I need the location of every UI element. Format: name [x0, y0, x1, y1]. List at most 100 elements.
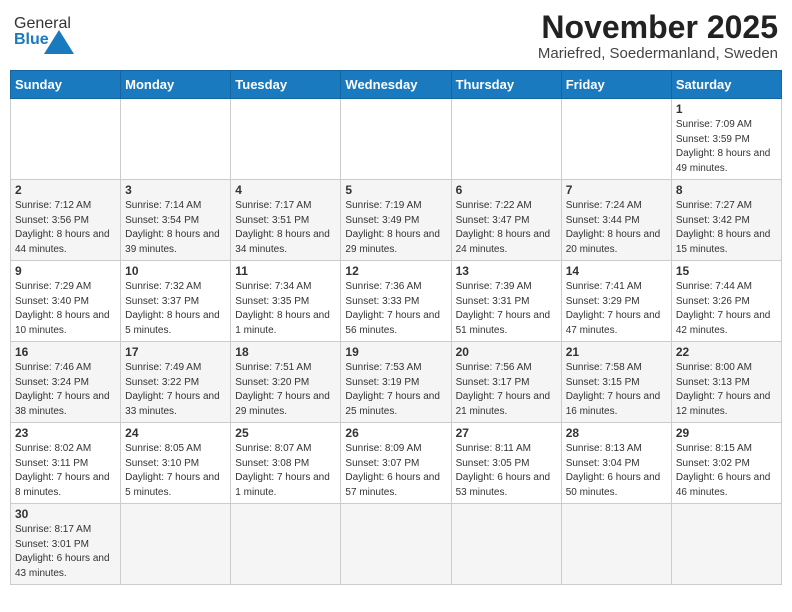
calendar-day-cell	[11, 99, 121, 180]
day-number: 1	[676, 102, 777, 116]
day-number: 18	[235, 345, 336, 359]
calendar-week-row: 23Sunrise: 8:02 AM Sunset: 3:11 PM Dayli…	[11, 423, 782, 504]
day-of-week-header: Thursday	[451, 71, 561, 99]
calendar-day-cell: 7 Sunrise: 7:24 AM Sunset: 3:44 PM Daylig…	[561, 180, 671, 261]
day-info: Sunrise: 8:17 AM Sunset: 3:01 PM Dayligh…	[15, 523, 116, 581]
calendar-day-cell: 28 Sunrise: 8:13 AM Sunset: 3:04 PM Dayli…	[561, 423, 671, 504]
day-info: Sunrise: 7:14 AM Sunset: 3:54 PM Dayligh…	[125, 199, 226, 257]
calendar-day-cell: 30Sunrise: 8:17 AM Sunset: 3:01 PM Dayli…	[11, 504, 121, 585]
day-info: Sunrise: 7:41 AM Sunset: 3:29 PM Dayligh…	[566, 280, 667, 338]
calendar-week-row: 16 Sunrise: 7:46 AM Sunset: 3:24 PM Dayli…	[11, 342, 782, 423]
day-info: Sunrise: 8:00 AM Sunset: 3:13 PM Dayligh…	[676, 361, 777, 419]
day-of-week-header: Friday	[561, 71, 671, 99]
day-number: 28	[566, 426, 667, 440]
day-number: 2	[15, 183, 116, 197]
day-info: Sunrise: 7:34 AM Sunset: 3:35 PM Dayligh…	[235, 280, 336, 338]
title-section: November 2025 Mariefred, Soedermanland, …	[538, 10, 778, 62]
day-info: Sunrise: 7:29 AM Sunset: 3:40 PM Dayligh…	[15, 280, 116, 338]
day-info: Sunrise: 7:27 AM Sunset: 3:42 PM Dayligh…	[676, 199, 777, 257]
day-number: 9	[15, 264, 116, 278]
calendar-week-row: 9 Sunrise: 7:29 AM Sunset: 3:40 PM Daylig…	[11, 261, 782, 342]
day-of-week-header: Saturday	[671, 71, 781, 99]
day-info: Sunrise: 7:51 AM Sunset: 3:20 PM Dayligh…	[235, 361, 336, 419]
calendar-week-row: 2 Sunrise: 7:12 AM Sunset: 3:56 PM Daylig…	[11, 180, 782, 261]
calendar-day-cell	[561, 504, 671, 585]
day-of-week-header: Sunday	[11, 71, 121, 99]
calendar-day-cell: 29 Sunrise: 8:15 AM Sunset: 3:02 PM Dayli…	[671, 423, 781, 504]
day-number: 22	[676, 345, 777, 359]
calendar-day-cell: 12Sunrise: 7:36 AM Sunset: 3:33 PM Dayli…	[341, 261, 451, 342]
calendar-day-cell: 4Sunrise: 7:17 AM Sunset: 3:51 PM Daylig…	[231, 180, 341, 261]
day-info: Sunrise: 7:22 AM Sunset: 3:47 PM Dayligh…	[456, 199, 557, 257]
calendar-day-cell: 10Sunrise: 7:32 AM Sunset: 3:37 PM Dayli…	[121, 261, 231, 342]
month-year-title: November 2025	[538, 10, 778, 45]
calendar-day-cell: 26 Sunrise: 8:09 AM Sunset: 3:07 PM Dayli…	[341, 423, 451, 504]
calendar-day-cell: 5Sunrise: 7:19 AM Sunset: 3:49 PM Daylig…	[341, 180, 451, 261]
calendar-day-cell	[231, 99, 341, 180]
calendar-day-cell: 22 Sunrise: 8:00 AM Sunset: 3:13 PM Dayli…	[671, 342, 781, 423]
calendar-week-row: 30Sunrise: 8:17 AM Sunset: 3:01 PM Dayli…	[11, 504, 782, 585]
day-number: 27	[456, 426, 557, 440]
day-number: 8	[676, 183, 777, 197]
calendar-day-cell: 9 Sunrise: 7:29 AM Sunset: 3:40 PM Daylig…	[11, 261, 121, 342]
calendar-day-cell	[561, 99, 671, 180]
page-header: General Blue November 2025 Mariefred, So…	[10, 10, 782, 62]
calendar-day-cell	[121, 99, 231, 180]
day-info: Sunrise: 8:09 AM Sunset: 3:07 PM Dayligh…	[345, 442, 446, 500]
day-number: 13	[456, 264, 557, 278]
calendar-day-cell	[341, 504, 451, 585]
day-info: Sunrise: 7:19 AM Sunset: 3:49 PM Dayligh…	[345, 199, 446, 257]
calendar-day-cell	[451, 504, 561, 585]
day-info: Sunrise: 8:13 AM Sunset: 3:04 PM Dayligh…	[566, 442, 667, 500]
calendar-day-cell	[341, 99, 451, 180]
day-number: 16	[15, 345, 116, 359]
calendar-day-cell: 13Sunrise: 7:39 AM Sunset: 3:31 PM Dayli…	[451, 261, 561, 342]
calendar-day-cell: 17 Sunrise: 7:49 AM Sunset: 3:22 PM Dayli…	[121, 342, 231, 423]
calendar-day-cell: 16 Sunrise: 7:46 AM Sunset: 3:24 PM Dayli…	[11, 342, 121, 423]
day-number: 21	[566, 345, 667, 359]
svg-text:General: General	[14, 15, 71, 32]
day-info: Sunrise: 7:12 AM Sunset: 3:56 PM Dayligh…	[15, 199, 116, 257]
day-number: 15	[676, 264, 777, 278]
day-info: Sunrise: 8:15 AM Sunset: 3:02 PM Dayligh…	[676, 442, 777, 500]
day-number: 24	[125, 426, 226, 440]
day-number: 7	[566, 183, 667, 197]
day-of-week-header: Tuesday	[231, 71, 341, 99]
day-info: Sunrise: 7:17 AM Sunset: 3:51 PM Dayligh…	[235, 199, 336, 257]
logo-icon: General Blue	[14, 10, 74, 54]
day-info: Sunrise: 8:02 AM Sunset: 3:11 PM Dayligh…	[15, 442, 116, 500]
day-number: 26	[345, 426, 446, 440]
calendar-day-cell: 25Sunrise: 8:07 AM Sunset: 3:08 PM Dayli…	[231, 423, 341, 504]
calendar-header-row: SundayMondayTuesdayWednesdayThursdayFrid…	[11, 71, 782, 99]
day-info: Sunrise: 7:53 AM Sunset: 3:19 PM Dayligh…	[345, 361, 446, 419]
day-info: Sunrise: 7:46 AM Sunset: 3:24 PM Dayligh…	[15, 361, 116, 419]
calendar-day-cell	[231, 504, 341, 585]
calendar-table: SundayMondayTuesdayWednesdayThursdayFrid…	[10, 70, 782, 585]
calendar-day-cell: 23Sunrise: 8:02 AM Sunset: 3:11 PM Dayli…	[11, 423, 121, 504]
day-info: Sunrise: 7:56 AM Sunset: 3:17 PM Dayligh…	[456, 361, 557, 419]
calendar-day-cell: 21Sunrise: 7:58 AM Sunset: 3:15 PM Dayli…	[561, 342, 671, 423]
calendar-day-cell: 20 Sunrise: 7:56 AM Sunset: 3:17 PM Dayli…	[451, 342, 561, 423]
calendar-day-cell: 8 Sunrise: 7:27 AM Sunset: 3:42 PM Daylig…	[671, 180, 781, 261]
day-number: 29	[676, 426, 777, 440]
day-info: Sunrise: 7:24 AM Sunset: 3:44 PM Dayligh…	[566, 199, 667, 257]
day-info: Sunrise: 7:49 AM Sunset: 3:22 PM Dayligh…	[125, 361, 226, 419]
day-info: Sunrise: 8:07 AM Sunset: 3:08 PM Dayligh…	[235, 442, 336, 500]
day-of-week-header: Wednesday	[341, 71, 451, 99]
calendar-day-cell: 24Sunrise: 8:05 AM Sunset: 3:10 PM Dayli…	[121, 423, 231, 504]
day-number: 17	[125, 345, 226, 359]
calendar-day-cell: 3Sunrise: 7:14 AM Sunset: 3:54 PM Daylig…	[121, 180, 231, 261]
day-number: 20	[456, 345, 557, 359]
day-number: 11	[235, 264, 336, 278]
calendar-day-cell	[121, 504, 231, 585]
day-of-week-header: Monday	[121, 71, 231, 99]
calendar-day-cell: 11 Sunrise: 7:34 AM Sunset: 3:35 PM Dayli…	[231, 261, 341, 342]
calendar-day-cell: 15Sunrise: 7:44 AM Sunset: 3:26 PM Dayli…	[671, 261, 781, 342]
logo: General Blue	[14, 10, 74, 54]
svg-text:Blue: Blue	[14, 31, 49, 48]
calendar-day-cell: 6Sunrise: 7:22 AM Sunset: 3:47 PM Daylig…	[451, 180, 561, 261]
calendar-day-cell: 1Sunrise: 7:09 AM Sunset: 3:59 PM Daylig…	[671, 99, 781, 180]
day-info: Sunrise: 8:11 AM Sunset: 3:05 PM Dayligh…	[456, 442, 557, 500]
day-number: 19	[345, 345, 446, 359]
day-number: 10	[125, 264, 226, 278]
